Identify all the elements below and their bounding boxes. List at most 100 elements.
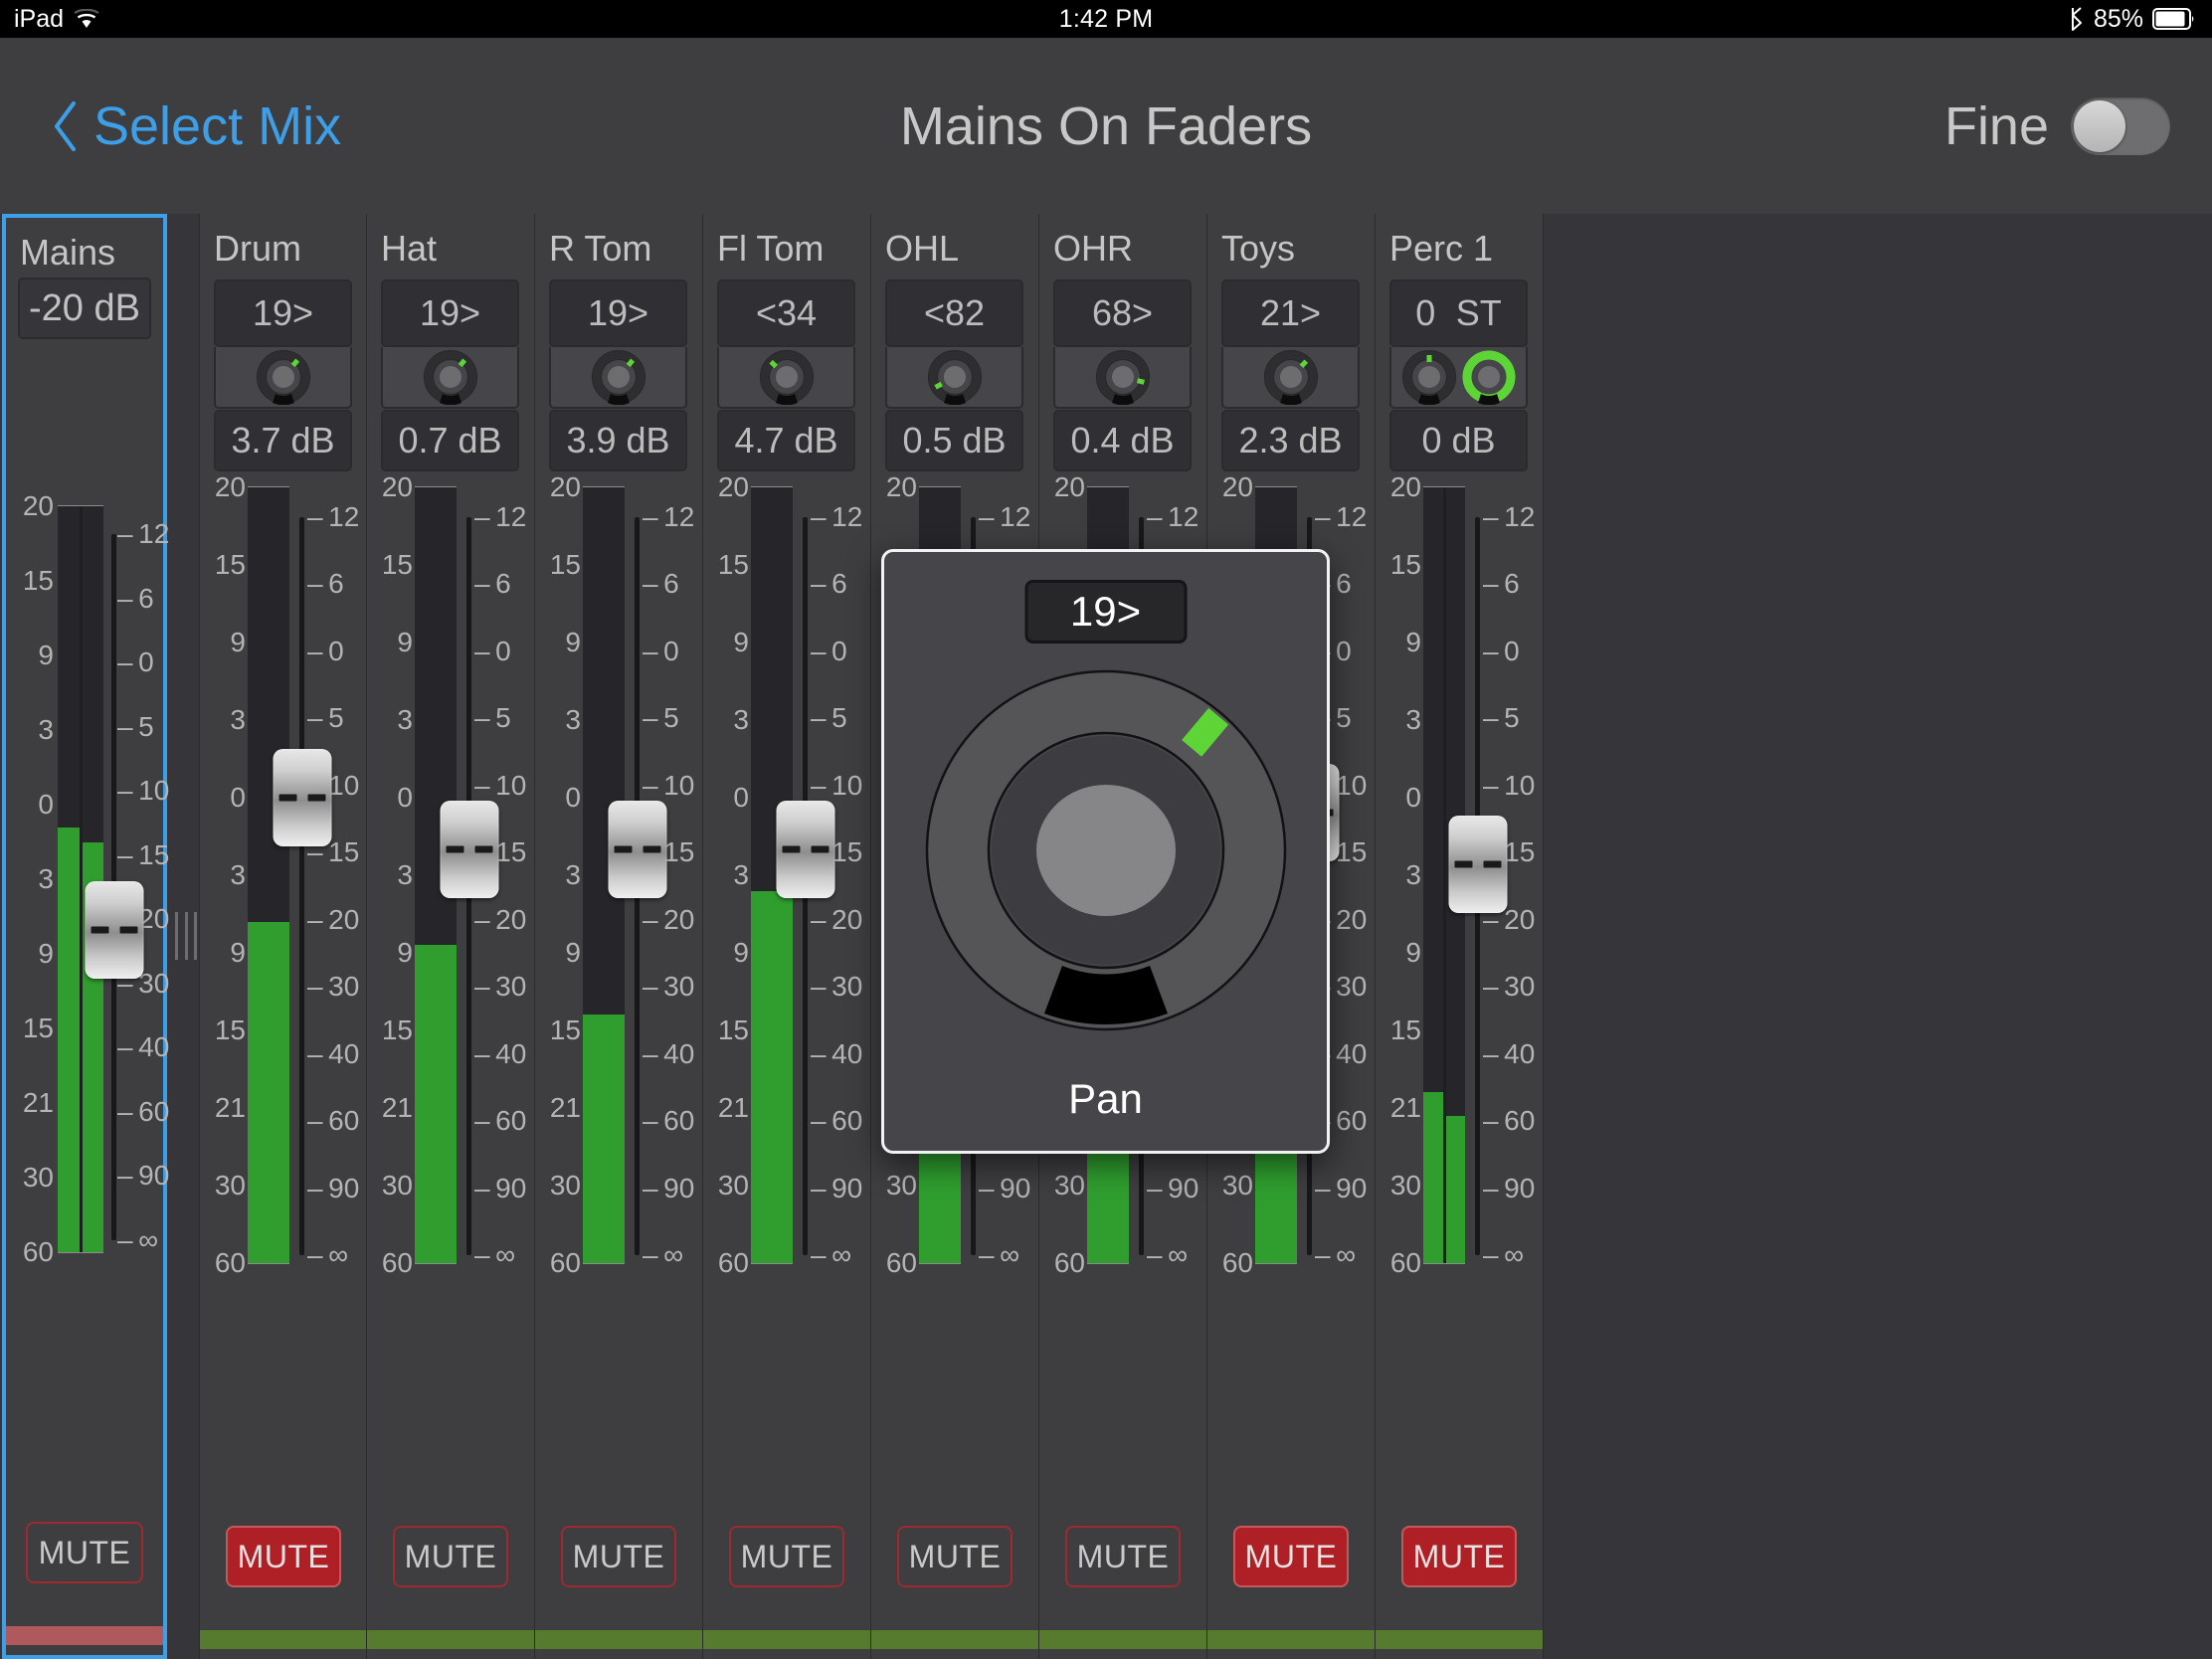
knob-cell[interactable] [214, 347, 352, 409]
fader-track[interactable] [299, 517, 304, 1255]
mute-button[interactable]: MUTE [897, 1526, 1013, 1587]
meter-fader[interactable]: 20159303915213060 – 12– 6– 0– 5– 10– 15–… [535, 471, 703, 1293]
pan-value-box[interactable]: <82 [885, 279, 1023, 347]
level-value-box[interactable]: 0 dB [1389, 410, 1528, 471]
mute-button[interactable]: MUTE [1065, 1526, 1181, 1587]
channel-strip[interactable]: Fl Tom <34 4.7 dB 20 15 9 3 0 3 9 15 21 30 60 – 12… [703, 214, 871, 1659]
mute-button[interactable]: MUTE [561, 1526, 676, 1587]
pan-knob[interactable] [927, 349, 983, 405]
meter-scale-label: 9 [565, 627, 581, 657]
pan-knob[interactable] [1401, 349, 1457, 405]
channel-color-strip [367, 1630, 534, 1649]
fader-scale-label: – 5 [307, 702, 344, 734]
meter-scale-label: 0 [38, 789, 54, 820]
meter-scale-label: 21 [549, 1092, 581, 1123]
battery-icon [2152, 8, 2196, 30]
fader-scale-label: – 12 [1315, 501, 1368, 532]
channel-strip[interactable]: R Tom 19> 3.9 dB 20 15 9 3 0 3 9 15 21 30 60 – 12–… [535, 214, 703, 1659]
channel-strip[interactable]: Hat 19> 0.7 dB 20 15 9 3 0 3 9 15 21 30 60 – 12– 6… [367, 214, 535, 1659]
meter-scale-label: 60 [1389, 1247, 1421, 1278]
fader-scale-label: – 30 [307, 971, 360, 1003]
meter-scale-label: 60 [885, 1247, 917, 1278]
knob-cell[interactable] [885, 347, 1023, 409]
pan-value-box[interactable]: <34 [717, 279, 855, 347]
pan-knob[interactable] [1263, 349, 1319, 405]
meter-scale-label: 20 [549, 471, 581, 502]
pan-value-box[interactable]: 19> [214, 279, 352, 347]
meter-fader[interactable]: 20159303915213060 – 12– 6– 0– 5– 10– 15–… [367, 471, 535, 1293]
fader-scale-label: – ∞ [811, 1239, 852, 1270]
mute-button[interactable]: MUTE [729, 1526, 844, 1587]
level-value-box[interactable]: 4.7 dB [717, 410, 855, 471]
pan-knob[interactable] [256, 349, 311, 405]
channel-strip-mains[interactable]: Mains -20 dB 20 15 9 3 0 3 9 15 21 30 60 – 12– 6– … [2, 214, 169, 1659]
level-value-box[interactable]: 3.7 dB [214, 410, 352, 471]
knob-cell[interactable] [549, 347, 687, 409]
channel-name-label: OHL [885, 228, 960, 269]
level-value-box[interactable]: 0.4 dB [1053, 410, 1192, 471]
mute-button[interactable]: MUTE [1401, 1526, 1517, 1587]
level-value-box[interactable]: 0.5 dB [885, 410, 1023, 471]
level-value-box[interactable]: 0.7 dB [381, 410, 519, 471]
level-value-box[interactable]: 2.3 dB [1221, 410, 1360, 471]
fader-scale-label: – 40 [117, 1031, 170, 1063]
fader-handle[interactable] [608, 800, 666, 898]
mute-button[interactable]: MUTE [26, 1522, 143, 1583]
nav-header: Select Mix Mains On Faders Fine [0, 38, 2212, 214]
mute-button[interactable]: MUTE [1233, 1526, 1349, 1587]
level-value-box[interactable]: 3.9 dB [549, 410, 687, 471]
meter-fader[interactable]: 20159303915213060 – 12– 6– 0– 5– 10– 15–… [200, 471, 368, 1293]
pan-value-box[interactable]: 21> [1221, 279, 1360, 347]
fader-scale-label: – 10 [811, 769, 863, 801]
channel-strip[interactable]: Drum 19> 3.7 dB 20 15 9 3 0 3 9 15 21 30 60 – 12– … [199, 214, 367, 1659]
mains-meter-fader[interactable]: 20 15 9 3 0 3 9 15 21 30 60 – 12– 6– 0– 5– 10– 15–… [6, 357, 169, 1292]
pan-value-box[interactable]: 19> [381, 279, 519, 347]
stereo-width-knob[interactable] [1461, 349, 1517, 405]
meter-fader[interactable]: 20159303915213060 – 12– 6– 0– 5– 10– 15–… [703, 471, 871, 1293]
channel-name-label: Hat [381, 228, 438, 269]
meter-scale-label: 9 [565, 937, 581, 968]
fader-scale-label: – 0 [307, 635, 344, 666]
grip-bar [194, 912, 197, 960]
pan-popup[interactable]: 19> Pan [881, 549, 1330, 1154]
knob-cell[interactable] [1053, 347, 1192, 409]
mixer-screen: iPad 1:42 PM 85% Select Mix Mains On Fad… [0, 0, 2212, 1659]
fader-scale-label: – 6 [117, 582, 154, 614]
pan-value-box[interactable]: 19> [549, 279, 687, 347]
fader-scale-label: – 6 [643, 568, 679, 600]
pan-knob[interactable] [1095, 349, 1151, 405]
meter-fader[interactable]: 20159303915213060 – 12– 6– 0– 5– 10– 15–… [1376, 471, 1544, 1293]
meter-scale-label: 15 [1389, 549, 1421, 580]
pan-value-box[interactable]: 68> [1053, 279, 1192, 347]
rail-drag-handle[interactable] [175, 912, 197, 960]
knob-cell[interactable] [1389, 347, 1528, 409]
mute-button[interactable]: MUTE [393, 1526, 508, 1587]
pan-knob[interactable] [591, 349, 646, 405]
mute-button[interactable]: MUTE [226, 1526, 341, 1587]
fine-toggle[interactable] [2071, 96, 2170, 155]
meter-scale-label: 20 [1389, 471, 1421, 502]
fader-handle[interactable] [776, 800, 834, 898]
pan-popup-knob[interactable] [915, 659, 1297, 1041]
mains-level-value[interactable]: -20 dB [18, 277, 151, 339]
knob-cell[interactable] [717, 347, 855, 409]
fader-handle[interactable] [273, 748, 331, 846]
channel-strip[interactable]: Perc 1 0 ST 0 dB 20 15 9 3 0 3 9 15 21 30 60 [1376, 214, 1544, 1659]
fader-scale-label: – 0 [1483, 635, 1520, 666]
knob-cell[interactable] [1221, 347, 1360, 409]
pan-knob[interactable] [423, 349, 478, 405]
fader-handle[interactable] [85, 880, 143, 979]
fader-handle[interactable] [440, 800, 498, 898]
meter-scale-label: 0 [397, 782, 413, 813]
pan-knob[interactable] [759, 349, 815, 405]
pan-value-box[interactable]: 0 ST [1389, 279, 1528, 347]
fader-scale-label: – 10 [474, 769, 527, 801]
pan-popup-value[interactable]: 19> [1024, 580, 1187, 644]
pan-value-label: 0 [1415, 292, 1436, 333]
fader-scale-label: – 6 [307, 568, 344, 600]
meter-scale-label: 60 [1053, 1247, 1085, 1278]
fader-handle[interactable] [1448, 815, 1507, 913]
fader-scale-label: – 6 [811, 568, 847, 600]
fader-scale-label: – 12 [1147, 501, 1199, 532]
knob-cell[interactable] [381, 347, 519, 409]
